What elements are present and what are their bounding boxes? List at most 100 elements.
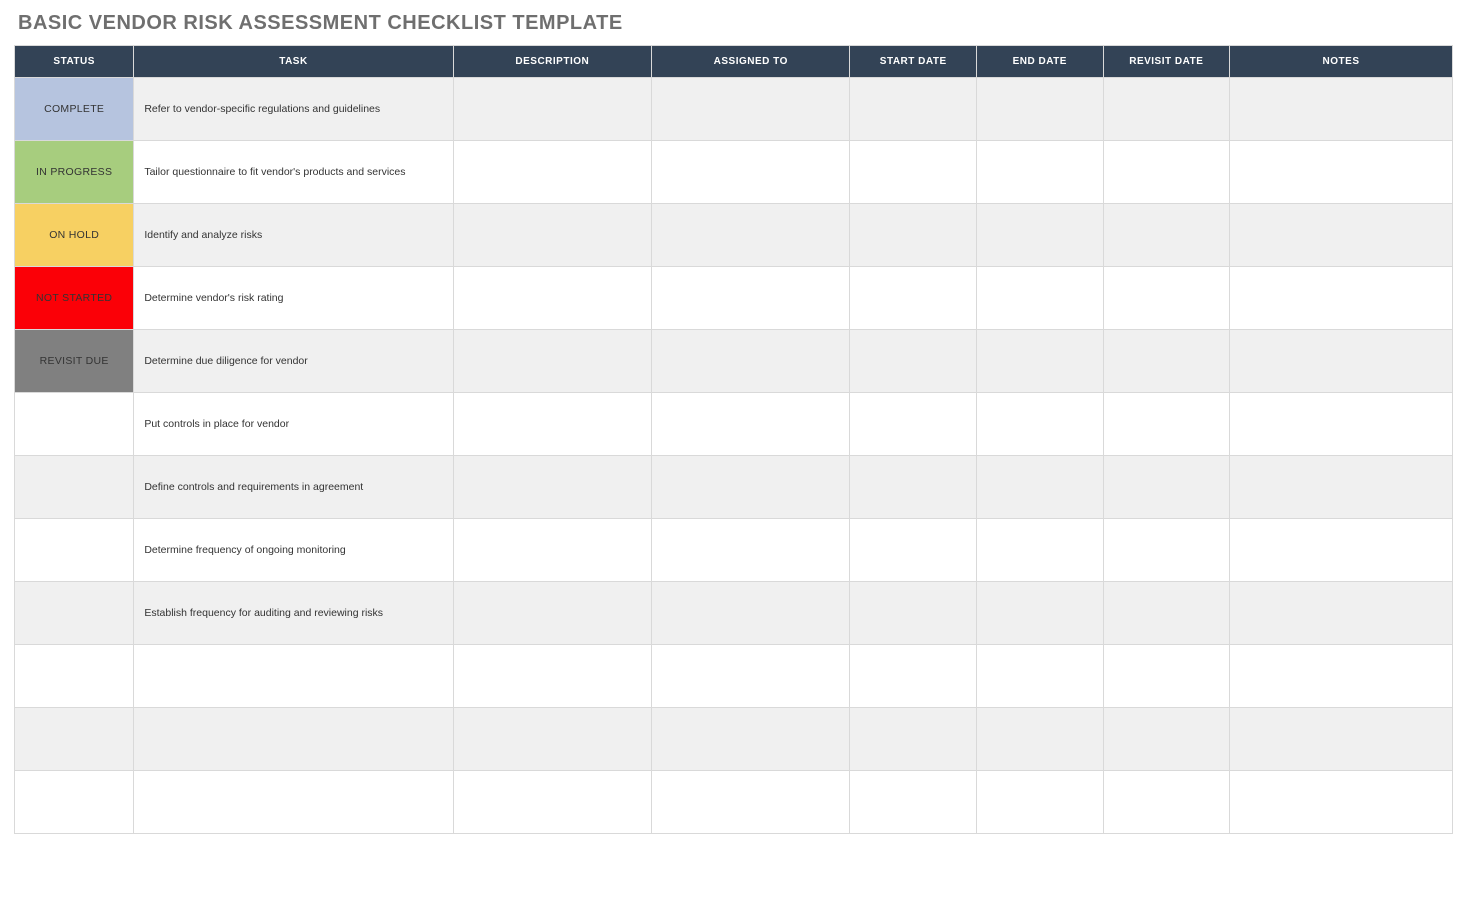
- end-cell[interactable]: [977, 519, 1104, 582]
- desc-cell[interactable]: [453, 708, 651, 771]
- task-cell[interactable]: [134, 771, 453, 834]
- notes-cell[interactable]: [1230, 78, 1453, 141]
- assigned-cell[interactable]: [652, 78, 850, 141]
- revisit-cell[interactable]: [1103, 141, 1230, 204]
- revisit-cell[interactable]: [1103, 330, 1230, 393]
- status-cell[interactable]: [15, 456, 134, 519]
- status-cell[interactable]: [15, 393, 134, 456]
- end-cell[interactable]: [977, 141, 1104, 204]
- assigned-cell[interactable]: [652, 141, 850, 204]
- end-cell[interactable]: [977, 771, 1104, 834]
- assigned-cell[interactable]: [652, 267, 850, 330]
- task-cell[interactable]: Determine frequency of ongoing monitorin…: [134, 519, 453, 582]
- end-cell[interactable]: [977, 78, 1104, 141]
- start-cell[interactable]: [850, 582, 977, 645]
- end-cell[interactable]: [977, 582, 1104, 645]
- task-cell[interactable]: Determine vendor's risk rating: [134, 267, 453, 330]
- start-cell[interactable]: [850, 141, 977, 204]
- notes-cell[interactable]: [1230, 141, 1453, 204]
- task-cell[interactable]: [134, 708, 453, 771]
- start-cell[interactable]: [850, 78, 977, 141]
- revisit-cell[interactable]: [1103, 78, 1230, 141]
- revisit-cell[interactable]: [1103, 771, 1230, 834]
- assigned-cell[interactable]: [652, 393, 850, 456]
- assigned-cell[interactable]: [652, 204, 850, 267]
- assigned-cell[interactable]: [652, 519, 850, 582]
- task-cell[interactable]: Define controls and requirements in agre…: [134, 456, 453, 519]
- status-cell[interactable]: [15, 582, 134, 645]
- start-cell[interactable]: [850, 330, 977, 393]
- task-cell[interactable]: Identify and analyze risks: [134, 204, 453, 267]
- end-cell[interactable]: [977, 645, 1104, 708]
- status-cell[interactable]: [15, 708, 134, 771]
- status-cell[interactable]: [15, 519, 134, 582]
- start-cell[interactable]: [850, 393, 977, 456]
- desc-cell[interactable]: [453, 645, 651, 708]
- task-cell[interactable]: Tailor questionnaire to fit vendor's pro…: [134, 141, 453, 204]
- desc-cell[interactable]: [453, 519, 651, 582]
- assigned-cell[interactable]: [652, 645, 850, 708]
- revisit-cell[interactable]: [1103, 519, 1230, 582]
- status-cell[interactable]: [15, 771, 134, 834]
- notes-cell[interactable]: [1230, 393, 1453, 456]
- revisit-cell[interactable]: [1103, 456, 1230, 519]
- start-cell[interactable]: [850, 456, 977, 519]
- notes-cell[interactable]: [1230, 771, 1453, 834]
- col-header-status: STATUS: [15, 46, 134, 78]
- notes-cell[interactable]: [1230, 267, 1453, 330]
- desc-cell[interactable]: [453, 330, 651, 393]
- desc-cell[interactable]: [453, 771, 651, 834]
- desc-cell[interactable]: [453, 393, 651, 456]
- notes-cell[interactable]: [1230, 582, 1453, 645]
- assigned-cell[interactable]: [652, 771, 850, 834]
- status-cell[interactable]: COMPLETE: [15, 78, 134, 141]
- start-cell[interactable]: [850, 708, 977, 771]
- table-body: COMPLETERefer to vendor-specific regulat…: [15, 78, 1453, 834]
- status-cell[interactable]: [15, 645, 134, 708]
- end-cell[interactable]: [977, 456, 1104, 519]
- notes-cell[interactable]: [1230, 645, 1453, 708]
- start-cell[interactable]: [850, 519, 977, 582]
- assigned-cell[interactable]: [652, 456, 850, 519]
- end-cell[interactable]: [977, 330, 1104, 393]
- assigned-cell[interactable]: [652, 582, 850, 645]
- revisit-cell[interactable]: [1103, 582, 1230, 645]
- status-cell[interactable]: ON HOLD: [15, 204, 134, 267]
- task-cell[interactable]: [134, 645, 453, 708]
- revisit-cell[interactable]: [1103, 645, 1230, 708]
- desc-cell[interactable]: [453, 141, 651, 204]
- revisit-cell[interactable]: [1103, 204, 1230, 267]
- notes-cell[interactable]: [1230, 456, 1453, 519]
- desc-cell[interactable]: [453, 267, 651, 330]
- assigned-cell[interactable]: [652, 708, 850, 771]
- task-cell[interactable]: Determine due diligence for vendor: [134, 330, 453, 393]
- notes-cell[interactable]: [1230, 204, 1453, 267]
- desc-cell[interactable]: [453, 78, 651, 141]
- end-cell[interactable]: [977, 393, 1104, 456]
- revisit-cell[interactable]: [1103, 393, 1230, 456]
- status-cell[interactable]: REVISIT DUE: [15, 330, 134, 393]
- start-cell[interactable]: [850, 267, 977, 330]
- status-cell[interactable]: IN PROGRESS: [15, 141, 134, 204]
- end-cell[interactable]: [977, 267, 1104, 330]
- desc-cell[interactable]: [453, 582, 651, 645]
- status-cell[interactable]: NOT STARTED: [15, 267, 134, 330]
- end-cell[interactable]: [977, 708, 1104, 771]
- notes-cell[interactable]: [1230, 708, 1453, 771]
- assigned-cell[interactable]: [652, 330, 850, 393]
- task-cell[interactable]: Establish frequency for auditing and rev…: [134, 582, 453, 645]
- task-cell[interactable]: Refer to vendor-specific regulations and…: [134, 78, 453, 141]
- task-cell[interactable]: Put controls in place for vendor: [134, 393, 453, 456]
- desc-cell[interactable]: [453, 204, 651, 267]
- revisit-cell[interactable]: [1103, 267, 1230, 330]
- table-row: Establish frequency for auditing and rev…: [15, 582, 1453, 645]
- start-cell[interactable]: [850, 204, 977, 267]
- end-cell[interactable]: [977, 204, 1104, 267]
- notes-cell[interactable]: [1230, 330, 1453, 393]
- notes-cell[interactable]: [1230, 519, 1453, 582]
- table-row: [15, 645, 1453, 708]
- desc-cell[interactable]: [453, 456, 651, 519]
- start-cell[interactable]: [850, 645, 977, 708]
- start-cell[interactable]: [850, 771, 977, 834]
- revisit-cell[interactable]: [1103, 708, 1230, 771]
